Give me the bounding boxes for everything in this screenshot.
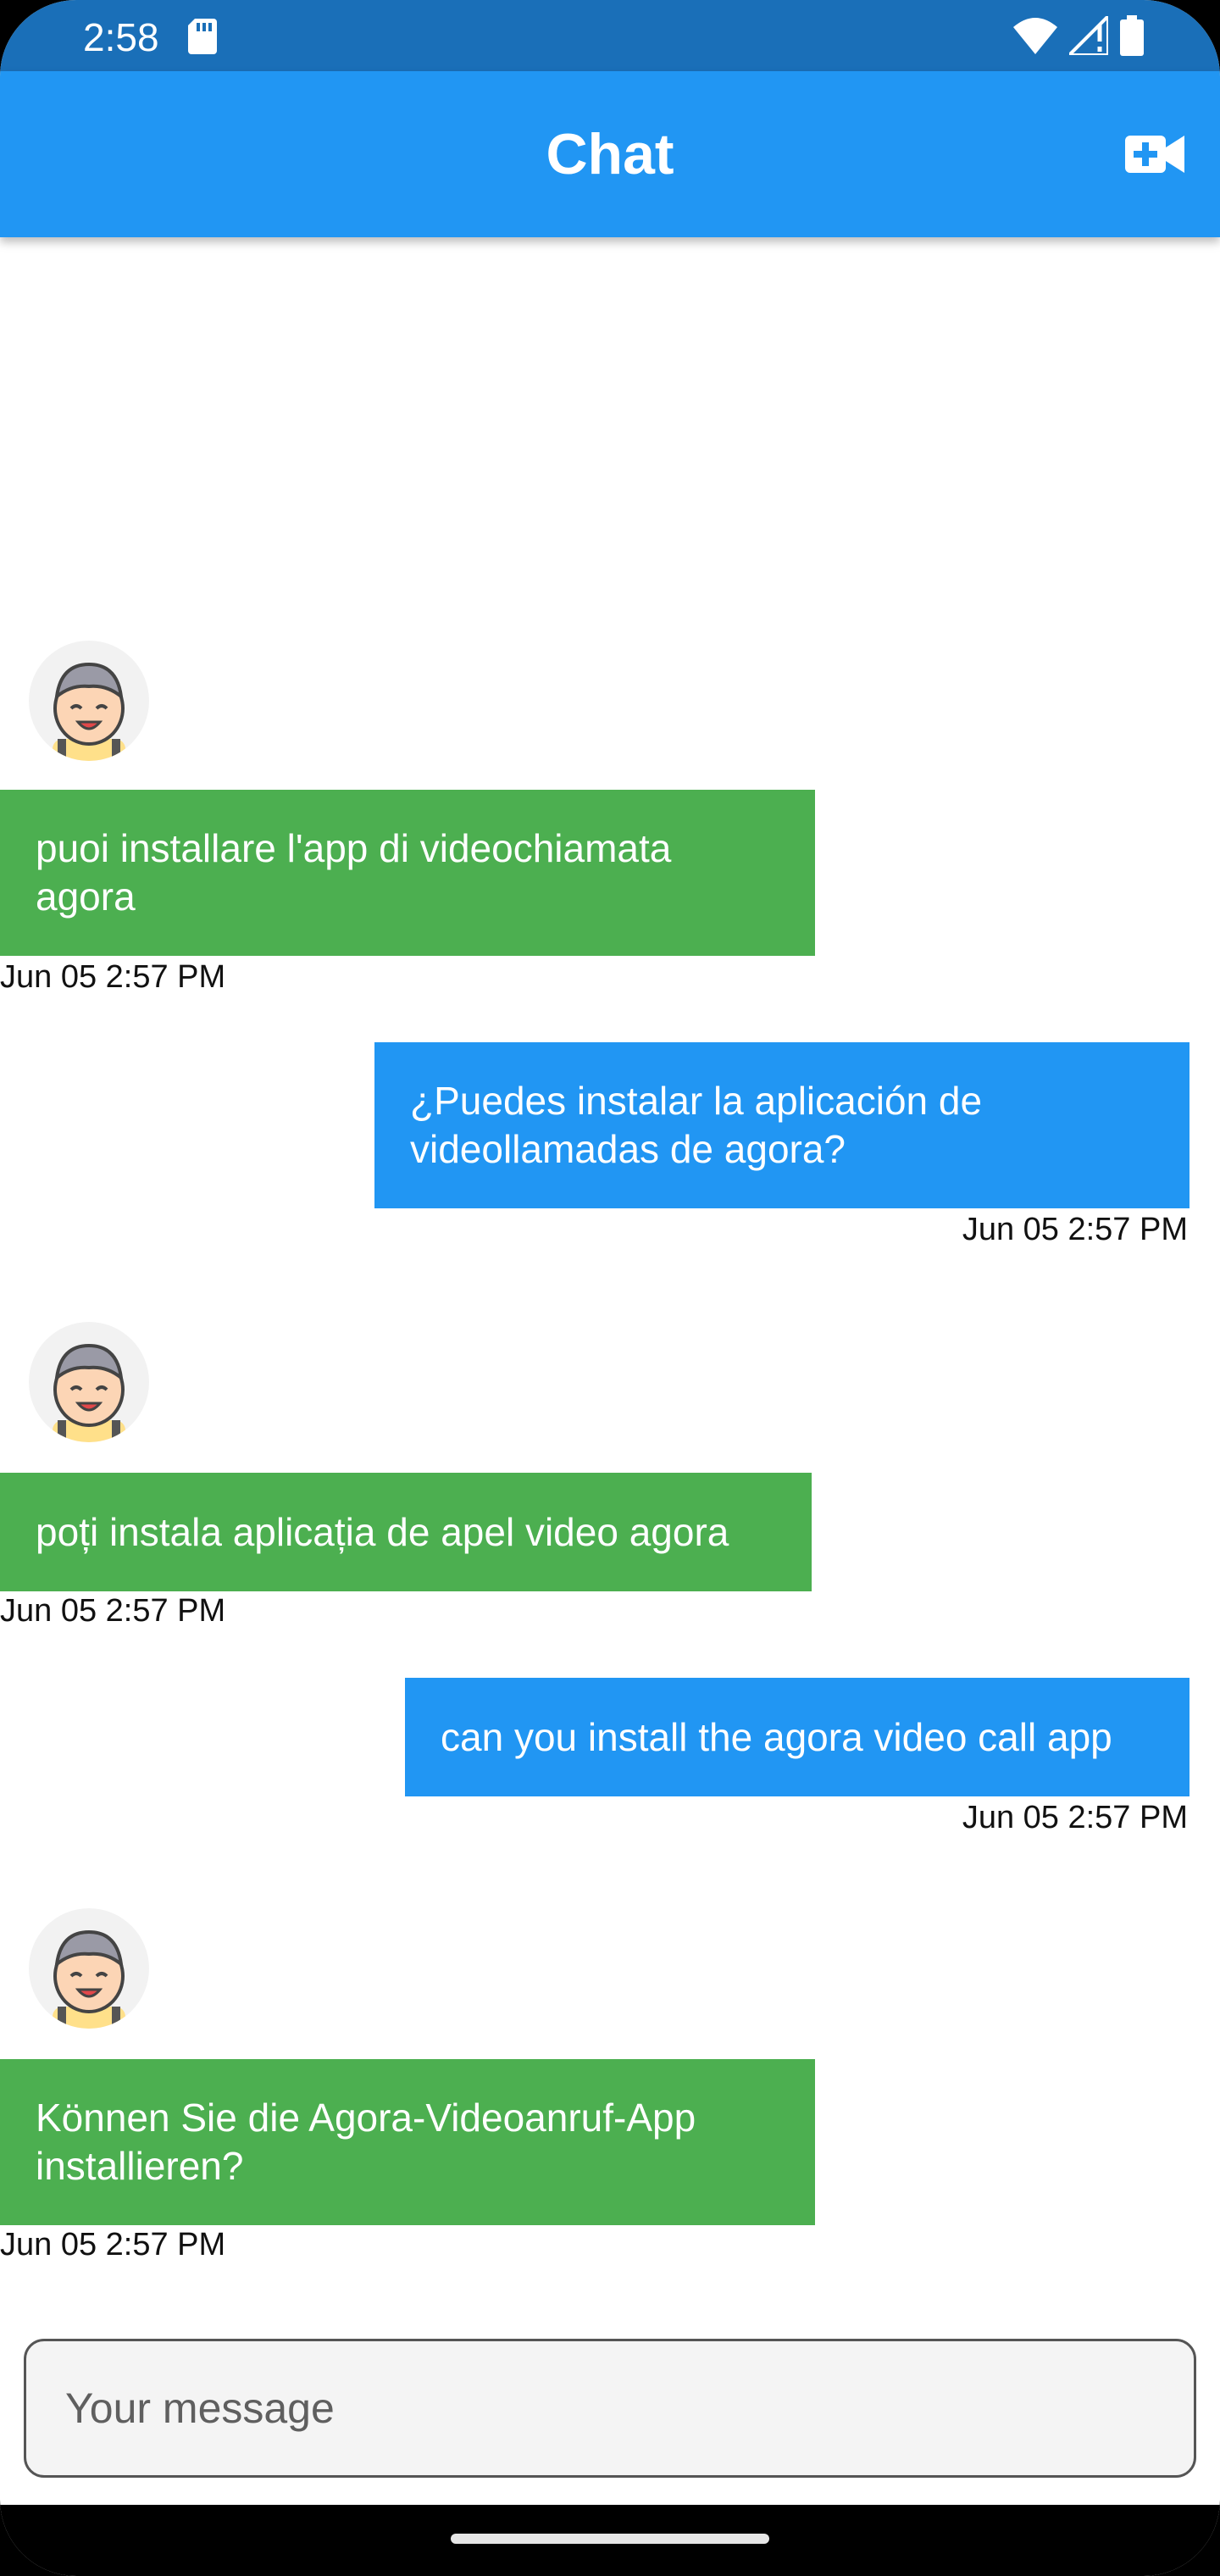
chat-message-list[interactable]: puoi installare l'app di videochiamata a…	[0, 237, 1220, 2330]
message-timestamp: Jun 05 2:57 PM	[0, 959, 226, 995]
battery-icon	[1120, 15, 1144, 60]
signal-icon	[1065, 12, 1110, 59]
message-bubble-received[interactable]: puoi installare l'app di videochiamata a…	[0, 790, 815, 956]
home-indicator[interactable]	[451, 2534, 769, 2544]
message-timestamp: Jun 05 2:57 PM	[962, 1212, 1188, 1247]
avatar	[29, 641, 149, 761]
video-call-button[interactable]	[1125, 129, 1184, 180]
wifi-icon	[1013, 17, 1057, 58]
app-bar: Chat	[0, 71, 1220, 237]
message-bubble-sent[interactable]: ¿Puedes instalar la aplicación de videol…	[374, 1042, 1190, 1208]
message-bubble-received[interactable]: Können Sie die Agora-Videoanruf-App inst…	[0, 2059, 815, 2225]
avatar	[29, 1908, 149, 2029]
sd-card-icon	[188, 19, 217, 58]
status-time: 2:58	[83, 15, 159, 59]
avatar	[29, 1322, 149, 1442]
message-bubble-sent[interactable]: can you install the agora video call app	[405, 1678, 1190, 1796]
message-timestamp: Jun 05 2:57 PM	[962, 1800, 1188, 1835]
page-title: Chat	[546, 122, 674, 186]
message-timestamp: Jun 05 2:57 PM	[0, 2227, 226, 2262]
message-timestamp: Jun 05 2:57 PM	[0, 1593, 226, 1629]
status-bar: 2:58	[0, 0, 1220, 71]
message-input[interactable]	[24, 2339, 1196, 2478]
phone-screen: 2:58 Chat puoi installare l'app di video…	[0, 0, 1220, 2576]
system-navigation-bar	[0, 2505, 1220, 2576]
message-bubble-received[interactable]: poți instala aplicația de apel video ago…	[0, 1473, 812, 1591]
video-call-icon	[1125, 136, 1184, 173]
